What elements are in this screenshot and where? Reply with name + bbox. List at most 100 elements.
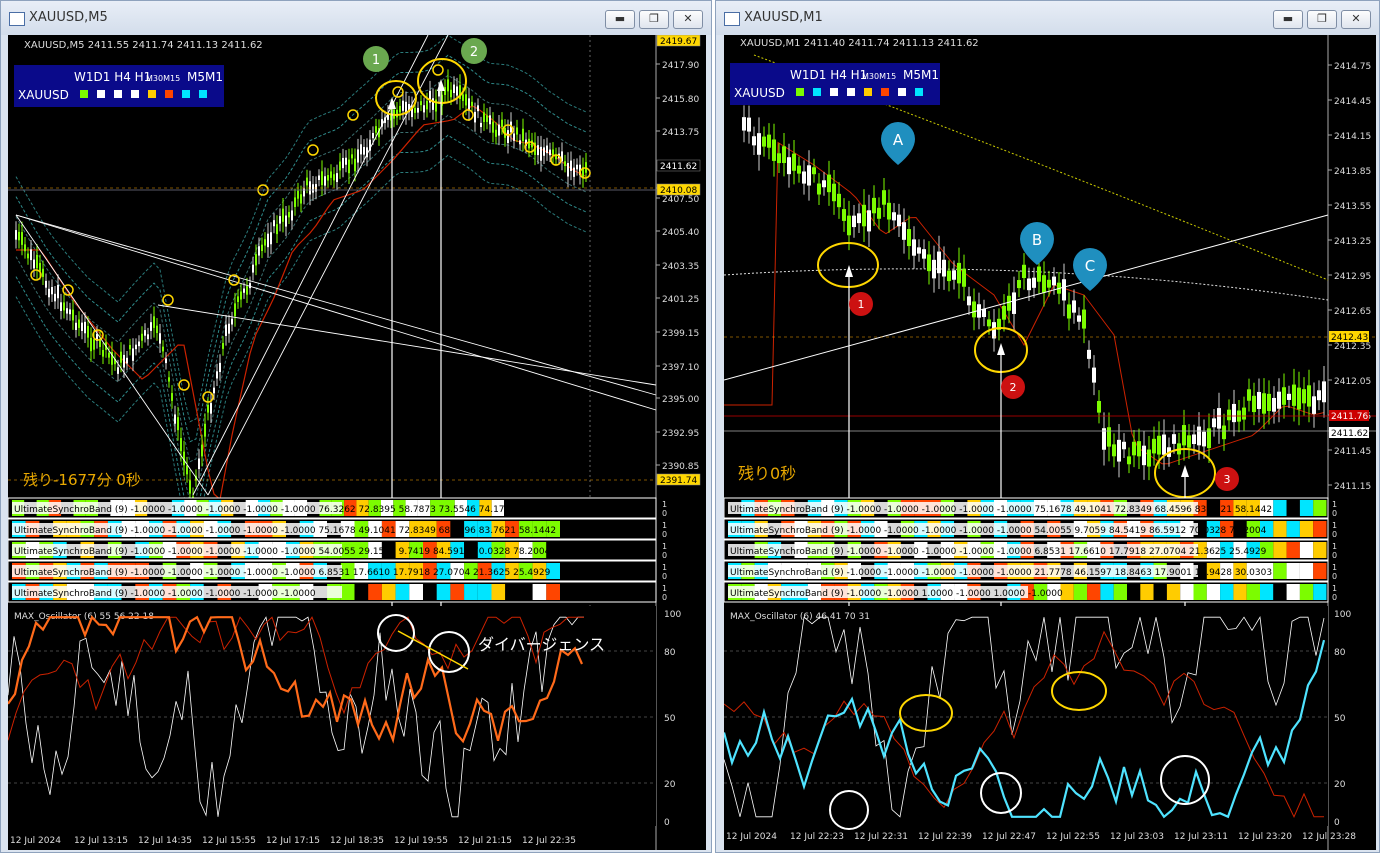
candle-body [1277,391,1281,409]
price-tick-label: 2401.25 [662,295,699,305]
candle-body [144,330,146,336]
candle-body [1212,418,1216,428]
timeframe-status-dot [847,88,855,96]
time-axis-label: 12 Jul 23:03 [1110,832,1164,842]
candle-body [48,288,50,298]
price-tick-label: 2413.55 [1334,202,1371,212]
candle-body [417,107,419,113]
close-button[interactable]: ✕ [1341,10,1371,29]
time-axis-label: 12 Jul 22:39 [918,832,972,842]
synchro-cell [1233,584,1247,600]
time-axis-label: 12 Jul 14:35 [138,836,192,846]
candle-body [186,465,188,475]
synchro-cell [1166,584,1181,600]
synchro-row-label: UltimateSynchroBand (9) -1.0000 -1.0000 … [14,568,551,578]
candle-body [1247,389,1251,401]
candle-body [156,325,158,334]
candle-body [932,259,936,279]
time-axis-label: 12 Jul 13:15 [74,836,128,846]
candle-body [1187,435,1191,448]
time-axis-label: 12 Jul 22:55 [1046,832,1100,842]
candle-body [522,128,524,142]
candle-body [117,367,119,374]
price-tag-ma-label: 2412.43 [1331,333,1368,343]
candle-body [1227,409,1231,421]
price-tick-label: 2414.15 [1334,132,1371,142]
candle-body [1012,292,1016,314]
timeframe-status-dot [915,88,923,96]
signal-circle [307,144,319,156]
candle-body [153,316,155,328]
synchro-cell [1313,521,1327,537]
candle-body [1287,393,1291,400]
synchro-cell [546,584,560,600]
candle-body [78,319,80,328]
candle-body [477,105,479,112]
candle-body [842,209,846,221]
minimize-button[interactable]: ▬ [605,10,635,29]
left-titlebar[interactable]: XAUUSD,M5 ▬ ❐ ✕ [1,1,711,35]
candle-body [42,268,44,277]
candle-body [138,341,140,347]
candle-body [1032,277,1036,288]
close-button[interactable]: ✕ [673,10,703,29]
moving-average-line [16,105,587,501]
candle-body [513,133,515,141]
candle-body [1322,381,1326,403]
candle-body [363,146,365,155]
candle-body [777,153,781,164]
synchro-scale-0: 0 [662,509,667,518]
synchro-cell [1220,584,1234,600]
right-tf-tail: M5M1 [903,68,939,82]
candle-body [231,318,233,325]
synchro-cell [409,584,423,600]
synchro-cell [436,584,451,600]
arrow-head-icon [845,265,853,277]
candle-body [66,308,68,314]
candle-body [1302,389,1306,404]
time-axis-label: 12 Jul 22:35 [522,836,576,846]
synchro-cell [532,584,547,600]
synchro-cell [491,584,506,600]
synchro-cell [1313,500,1327,516]
right-chart-window: XAUUSD,M1 ▬ ❐ ✕ 1 2 3 XAUUSD,M1 2411.40 24… [715,0,1380,853]
candle-body [120,351,122,363]
right-remaining-timer: 残り0秒 [738,464,796,483]
candle-body [399,105,401,113]
right-chart-area[interactable]: 1 2 3 XAUUSD,M1 2411.40 2411.74 2411.13 24… [724,35,1376,850]
candle-body [1077,315,1081,322]
price-tag-top-label: 2419.67 [660,37,697,47]
candle-body [69,309,71,315]
candle-body [462,94,464,101]
synchro-cell [450,584,465,600]
candle-body [90,337,92,352]
candle-body [782,146,786,163]
candle-body [922,249,926,259]
candle-body [246,286,248,295]
bollinger-band-line [15,54,587,443]
candle-body [982,308,986,318]
candle-body [351,154,353,159]
left-chart-area[interactable]: XAUUSD,M5 2411.55 2411.74 2411.13 2411.6… [8,35,706,850]
right-titlebar[interactable]: XAUUSD,M1 ▬ ❐ ✕ [716,1,1379,35]
minimize-button[interactable]: ▬ [1273,10,1303,29]
synchro-cell [505,584,519,600]
candle-body [18,231,20,241]
arrow-head-icon [437,79,445,91]
marker-2-label: 2 [470,45,478,60]
timeframe-status-dot [199,90,207,98]
maximize-button[interactable]: ❐ [1307,10,1337,29]
price-tick-label: 2411.15 [1334,482,1371,492]
maximize-button[interactable]: ❐ [639,10,669,29]
time-axis-label: 12 Jul 15:55 [202,836,256,846]
candle-body [81,322,83,332]
candle-body [132,348,134,361]
candle-body [330,171,332,178]
highlight-ellipse [817,242,879,288]
synchro-row-label: UltimateSynchroBand (9) -1.0000 -1.0000 … [14,505,556,515]
right-chart-header: XAUUSD,M1 2411.40 2411.74 2411.13 2411.6… [740,38,979,49]
synchro-scale-1: 1 [1332,521,1337,530]
candle-body [1102,428,1106,450]
candle-body [489,115,491,125]
candle-body [126,357,128,364]
